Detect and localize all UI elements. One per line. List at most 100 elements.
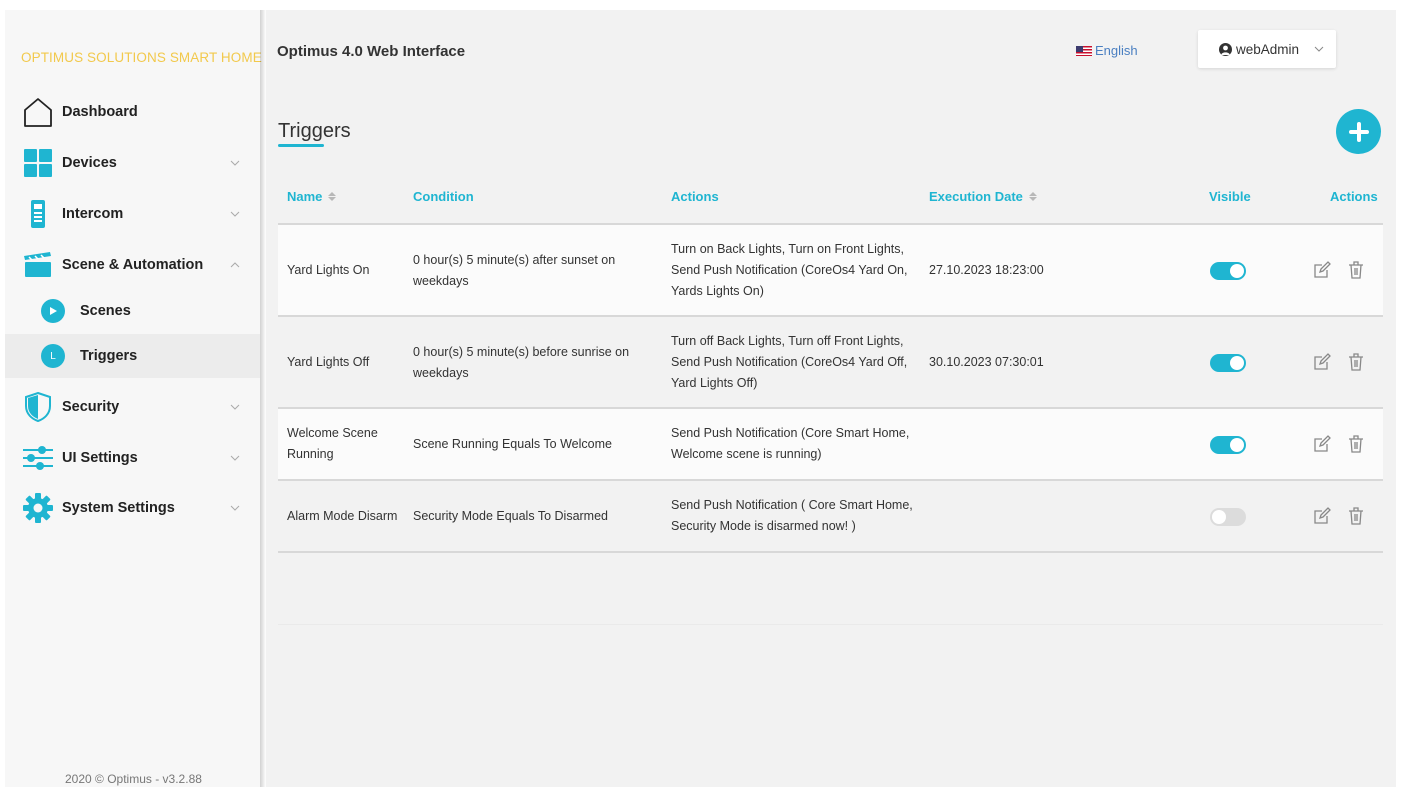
column-header-condition: Condition	[413, 189, 474, 204]
sidebar-subitem-label: Scenes	[80, 303, 131, 319]
plus-icon	[1348, 121, 1369, 142]
us-flag-icon	[1076, 45, 1092, 56]
column-header-execution-date[interactable]: Execution Date	[929, 189, 1037, 204]
trigger-actions: Turn off Back Lights, Turn off Front Lig…	[671, 334, 908, 390]
toggle-knob	[1230, 264, 1244, 278]
grid-icon	[22, 147, 54, 179]
clapperboard-icon	[22, 249, 54, 281]
sort-icon	[1028, 192, 1037, 201]
add-trigger-button[interactable]	[1336, 109, 1381, 154]
trigger-execution-date: 27.10.2023 18:23:00	[929, 263, 1044, 277]
trigger-actions: Send Push Notification (Core Smart Home,…	[671, 426, 910, 461]
visible-toggle[interactable]	[1210, 354, 1246, 372]
sidebar-item-label: System Settings	[62, 500, 175, 516]
user-menu-button[interactable]: webAdmin	[1198, 30, 1336, 68]
visible-toggle[interactable]	[1210, 508, 1246, 526]
chevron-up-icon	[230, 260, 240, 270]
sidebar-subitem-label: Triggers	[80, 348, 138, 364]
sidebar-item-devices[interactable]: Devices	[5, 141, 260, 185]
sliders-icon	[22, 442, 54, 474]
column-header-label: Condition	[413, 189, 474, 204]
chevron-down-icon	[230, 453, 240, 463]
table-header: Name Condition Actions Execution Date Vi…	[278, 180, 1383, 225]
brand-logo-text: OPTIMUS SOLUTIONS SMART HOME	[21, 50, 262, 65]
table-row: Welcome Scene Running Scene Running Equa…	[278, 409, 1383, 481]
edit-icon[interactable]	[1312, 434, 1332, 454]
page-title: Triggers	[278, 120, 351, 142]
chevron-down-icon	[230, 503, 240, 513]
sidebar-item-label: UI Settings	[62, 450, 138, 466]
toggle-knob	[1230, 356, 1244, 370]
trigger-condition: Security Mode Equals To Disarmed	[413, 509, 608, 523]
sidebar-item-label: Security	[62, 399, 120, 415]
sidebar-item-label: Devices	[62, 155, 117, 171]
visible-toggle[interactable]	[1210, 262, 1246, 280]
language-label: English	[1095, 43, 1138, 58]
edit-icon[interactable]	[1312, 506, 1332, 526]
edit-icon[interactable]	[1312, 352, 1332, 372]
language-selector[interactable]: English	[1076, 43, 1138, 58]
sidebar-item-system-settings[interactable]: System Settings	[5, 486, 260, 530]
trigger-condition: 0 hour(s) 5 minute(s) before sunrise on …	[413, 345, 630, 380]
visible-toggle[interactable]	[1210, 436, 1246, 454]
column-header-visible: Visible	[1209, 189, 1251, 204]
footer-version: 2020 © Optimus - v3.2.88	[65, 772, 202, 786]
trigger-name: Yard Lights On	[287, 263, 370, 277]
edit-icon[interactable]	[1312, 260, 1332, 280]
title-underline	[278, 144, 324, 147]
trigger-icon: L	[41, 344, 65, 368]
trigger-execution-date: 30.10.2023 07:30:01	[929, 355, 1044, 369]
sidebar-item-dashboard[interactable]: Dashboard	[5, 90, 260, 134]
trash-icon[interactable]	[1346, 506, 1366, 526]
column-header-row-actions: Actions	[1330, 189, 1378, 204]
column-header-name[interactable]: Name	[287, 189, 337, 204]
shield-icon	[22, 391, 54, 423]
play-icon	[41, 299, 65, 323]
toggle-knob	[1212, 510, 1226, 524]
user-icon	[1219, 42, 1232, 56]
triggers-table: Name Condition Actions Execution Date Vi…	[278, 180, 1383, 553]
column-header-label: Execution Date	[929, 189, 1023, 204]
table-row: Alarm Mode Disarm Security Mode Equals T…	[278, 481, 1383, 553]
trigger-actions: Send Push Notification ( Core Smart Home…	[671, 498, 913, 533]
trigger-name: Alarm Mode Disarm	[287, 509, 398, 523]
sidebar-item-label: Scene & Automation	[62, 257, 204, 273]
sidebar-item-label: Intercom	[62, 206, 124, 222]
toggle-knob	[1230, 438, 1244, 452]
column-header-label: Actions	[671, 189, 719, 204]
sort-icon	[328, 192, 337, 201]
column-header-label: Name	[287, 189, 323, 204]
sidebar-item-intercom[interactable]: Intercom	[5, 192, 260, 236]
sidebar: OPTIMUS SOLUTIONS SMART HOME Dashboard D…	[5, 10, 266, 787]
user-name: webAdmin	[1236, 41, 1300, 57]
house-icon	[22, 96, 54, 128]
intercom-icon	[22, 198, 54, 230]
sidebar-subitem-triggers[interactable]: L Triggers	[5, 334, 260, 378]
table-row: Yard Lights Off 0 hour(s) 5 minute(s) be…	[278, 317, 1383, 409]
column-header-label: Actions	[1330, 189, 1378, 204]
divider	[278, 624, 1383, 625]
chevron-down-icon	[230, 158, 240, 168]
chevron-down-icon	[230, 402, 240, 412]
column-header-label: Visible	[1209, 189, 1251, 204]
main-content: Optimus 4.0 Web Interface English webAdm…	[266, 10, 1396, 787]
chevron-down-icon	[230, 209, 240, 219]
sidebar-item-security[interactable]: Security	[5, 385, 260, 429]
gear-icon	[22, 492, 54, 524]
trigger-condition: Scene Running Equals To Welcome	[413, 437, 612, 451]
trash-icon[interactable]	[1346, 434, 1366, 454]
trigger-name: Yard Lights Off	[287, 355, 370, 369]
sidebar-item-label: Dashboard	[62, 104, 138, 120]
trigger-name: Welcome Scene Running	[287, 426, 378, 461]
sidebar-subitem-scenes[interactable]: Scenes	[5, 289, 260, 333]
app-title: Optimus 4.0 Web Interface	[277, 43, 466, 60]
table-row: Yard Lights On 0 hour(s) 5 minute(s) aft…	[278, 225, 1383, 317]
sidebar-item-ui-settings[interactable]: UI Settings	[5, 436, 260, 480]
trash-icon[interactable]	[1346, 260, 1366, 280]
chevron-down-icon	[1314, 44, 1324, 54]
sidebar-item-scene-automation[interactable]: Scene & Automation	[5, 243, 260, 287]
column-header-actions: Actions	[671, 189, 719, 204]
trigger-actions: Turn on Back Lights, Turn on Front Light…	[671, 242, 908, 298]
trigger-condition: 0 hour(s) 5 minute(s) after sunset on we…	[413, 253, 616, 288]
trash-icon[interactable]	[1346, 352, 1366, 372]
